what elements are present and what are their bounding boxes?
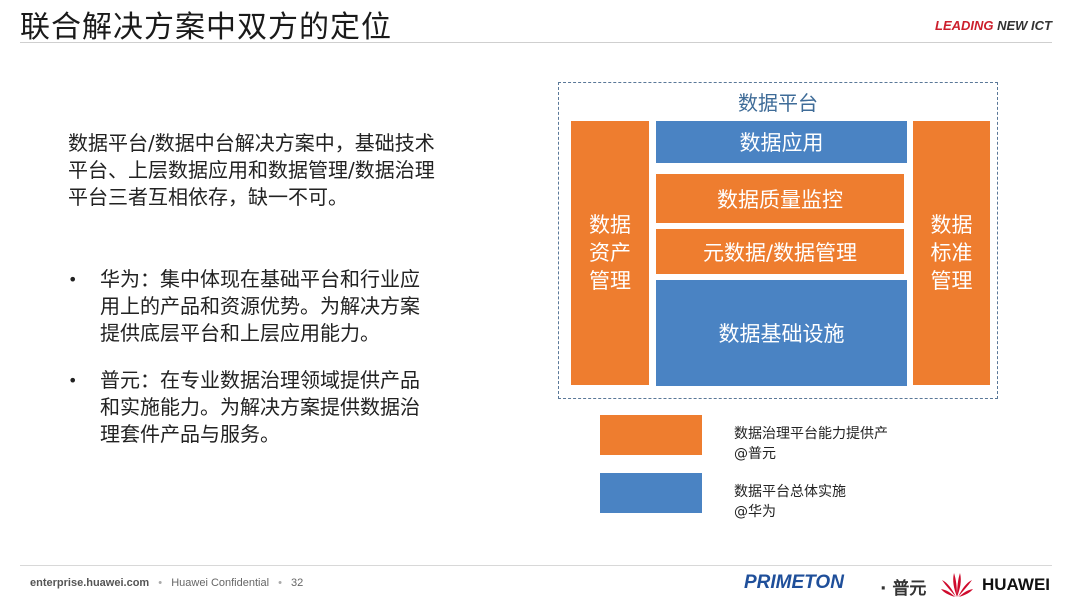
bullet-list: • 华为：集中体现在基础平台和行业应用上的产品和资源优势。为解决方案提供底层平台… bbox=[68, 266, 428, 468]
legend-label-primeton: 数据治理平台能力提供产 @普元 bbox=[734, 424, 888, 464]
right-column-line: 管理 bbox=[930, 269, 973, 293]
footer-separator: • bbox=[278, 577, 282, 589]
data-asset-management-block: 数据 资产 管理 bbox=[571, 121, 649, 385]
huawei-flower-icon bbox=[941, 573, 973, 597]
title-divider bbox=[20, 42, 1052, 43]
primeton-chinese-name: · 普元 bbox=[880, 579, 927, 599]
footer-site: enterprise.huawei.com bbox=[30, 577, 150, 589]
footer-page-number: 32 bbox=[291, 577, 304, 589]
data-application-block: 数据应用 bbox=[656, 121, 907, 163]
left-column-line: 数据 bbox=[589, 213, 631, 237]
legend-line: 数据平台总体实施 bbox=[734, 484, 846, 500]
legend-label-huawei: 数据平台总体实施 @华为 bbox=[734, 482, 846, 522]
bullet-marker: • bbox=[68, 270, 78, 289]
footer-info: enterprise.huawei.com • Huawei Confident… bbox=[30, 577, 303, 589]
data-platform-title: 数据平台 bbox=[738, 91, 818, 115]
left-column-line: 管理 bbox=[589, 269, 631, 293]
legend-line: @普元 bbox=[734, 446, 776, 462]
legend-swatch-blue bbox=[600, 473, 702, 513]
slide-title: 联合解决方案中双方的定位 bbox=[20, 10, 392, 45]
bullet-text: 华为：集中体现在基础平台和行业应用上的产品和资源优势。为解决方案提供底层平台和上… bbox=[100, 267, 420, 345]
primeton-logo: PRIMETON bbox=[744, 572, 844, 593]
data-quality-label: 数据质量监控 bbox=[717, 187, 843, 212]
right-column-line: 标准 bbox=[930, 241, 973, 265]
data-standard-management-block: 数据 标准 管理 bbox=[913, 121, 990, 385]
bullet-item-primeton: • 普元：在专业数据治理领域提供产品和实施能力。为解决方案提供数据治理套件产品与… bbox=[68, 367, 428, 448]
footer-confidential: Huawei Confidential bbox=[171, 577, 270, 589]
brand-tagline: LEADING NEW ICT bbox=[935, 18, 1052, 33]
data-infrastructure-block: 数据基础设施 bbox=[656, 280, 907, 386]
data-platform-frame: 数据平台 数据 资产 管理 数据应用 数据质量监控 元数据/数据管理 数据基础设… bbox=[558, 82, 998, 399]
legend-line: @华为 bbox=[734, 504, 776, 520]
brand-tagline-dark: NEW ICT bbox=[993, 18, 1052, 33]
bullet-text: 普元：在专业数据治理领域提供产品和实施能力。为解决方案提供数据治理套件产品与服务… bbox=[100, 368, 420, 446]
huawei-wordmark: HUAWEI bbox=[982, 575, 1050, 594]
data-application-label: 数据应用 bbox=[739, 131, 824, 155]
right-column-line: 数据 bbox=[930, 213, 973, 237]
metadata-management-block: 元数据/数据管理 bbox=[656, 229, 904, 274]
footer-divider bbox=[20, 565, 1052, 566]
intro-paragraph: 数据平台/数据中台解决方案中，基础技术平台、上层数据应用和数据管理/数据治理平台… bbox=[68, 131, 435, 209]
left-column-line: 资产 bbox=[589, 241, 631, 265]
data-quality-block: 数据质量监控 bbox=[656, 174, 904, 223]
legend-swatch-orange bbox=[600, 415, 702, 455]
brand-tagline-red: LEADING bbox=[935, 18, 994, 33]
bullet-item-huawei: • 华为：集中体现在基础平台和行业应用上的产品和资源优势。为解决方案提供底层平台… bbox=[68, 266, 428, 347]
legend-line: 数据治理平台能力提供产 bbox=[734, 426, 888, 442]
data-infrastructure-label: 数据基础设施 bbox=[718, 322, 845, 346]
bullet-marker: • bbox=[68, 371, 78, 390]
footer-separator: • bbox=[158, 577, 163, 589]
metadata-management-label: 元数据/数据管理 bbox=[702, 240, 858, 265]
